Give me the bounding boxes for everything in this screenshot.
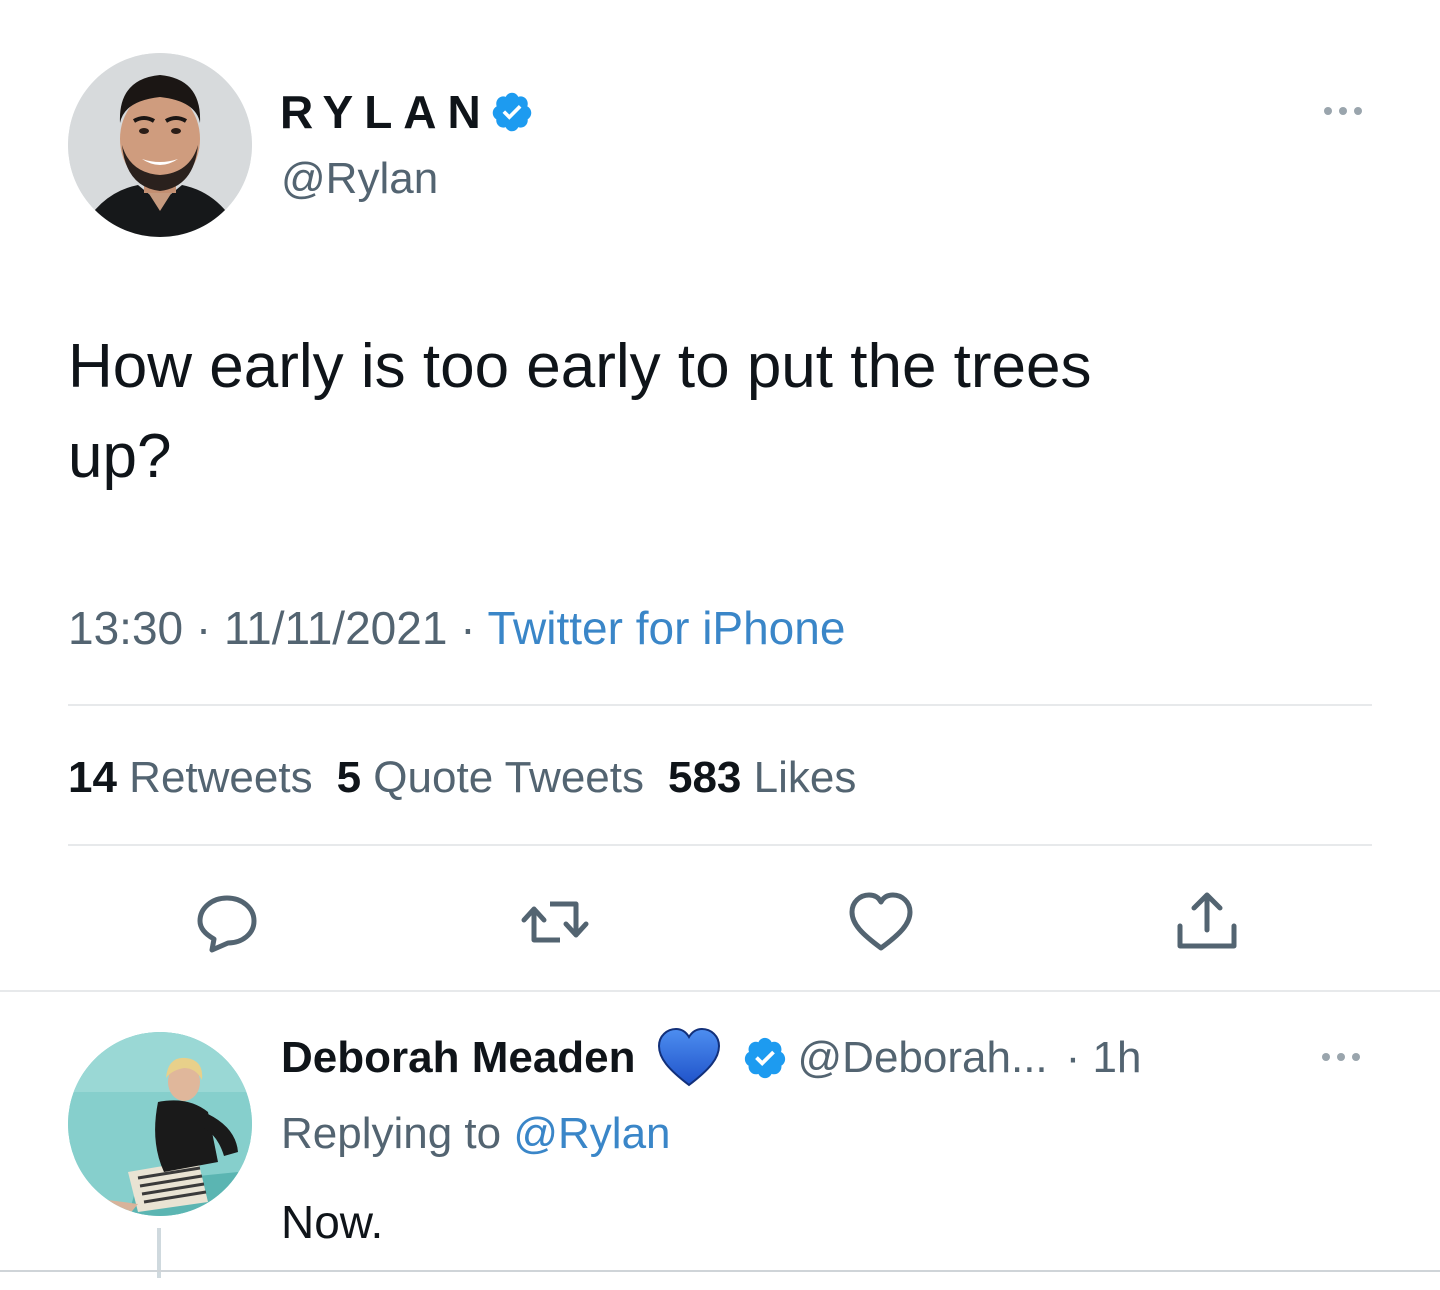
reply-author-avatar[interactable] [68, 1032, 252, 1216]
likes-label: Likes [741, 753, 857, 802]
verified-badge-icon [492, 92, 531, 132]
retweet-icon[interactable] [520, 890, 590, 954]
quote-tweets-count: 5 [336, 753, 362, 802]
share-icon[interactable] [1172, 890, 1242, 954]
replying-to-line: Replying to @Rylan [281, 1104, 671, 1164]
retweets-label: Retweets [116, 753, 313, 802]
author-display-name[interactable]: RYLAN [280, 82, 492, 142]
retweets-count: 14 [68, 753, 117, 802]
tweet-source-link[interactable]: Twitter for iPhone [487, 602, 845, 654]
meta-separator: · [447, 602, 488, 654]
tweet-detail-screen: RYLAN @Rylan How early is too early to p… [0, 0, 1440, 1290]
likes-stat[interactable]: 583 Likes [668, 753, 856, 802]
quote-tweets-label: Quote Tweets [361, 753, 644, 802]
author-handle[interactable]: @Rylan [281, 150, 438, 208]
reply-timestamp[interactable]: · 1h [1066, 1028, 1142, 1088]
divider [68, 704, 1372, 706]
author-name-row[interactable]: RYLAN [280, 82, 534, 142]
reply-author-handle[interactable]: @Deborah... [798, 1028, 1048, 1088]
meta-separator: · [183, 602, 225, 654]
tweet-metadata: 13:30 · 11/11/2021 · Twitter for iPhone [68, 598, 845, 658]
verified-badge-icon [744, 1037, 785, 1079]
quote-tweets-stat[interactable]: 5 Quote Tweets [337, 753, 644, 802]
reply-header: Deborah Meaden @Deborah... · 1h [281, 1026, 1141, 1090]
divider [0, 1270, 1440, 1272]
more-options-icon[interactable] [1318, 98, 1368, 124]
tweet-text: How early is too early to put the trees … [68, 322, 1368, 502]
divider [68, 844, 1372, 846]
retweets-stat[interactable]: 14 Retweets [68, 753, 313, 802]
tweet-time[interactable]: 13:30 [68, 602, 183, 654]
likes-count: 583 [667, 753, 742, 802]
like-icon[interactable] [846, 890, 916, 954]
author-avatar[interactable] [68, 53, 252, 237]
replying-to-mention[interactable]: @Rylan [513, 1109, 670, 1158]
divider [0, 990, 1440, 992]
reply-text: Now. [281, 1196, 384, 1248]
tweet-text-line: up? [68, 422, 172, 491]
replying-to-prefix: Replying to [281, 1109, 514, 1158]
reply-icon[interactable] [192, 890, 262, 954]
tweet-stats: 14 Retweets 5 Quote Tweets 583 Likes [68, 748, 880, 808]
more-options-icon[interactable] [1316, 1046, 1366, 1068]
tweet-text-line: How early is too early to put the trees [68, 332, 1092, 401]
blue-heart-emoji-icon [657, 1027, 720, 1087]
tweet-date[interactable]: 11/11/2021 [224, 602, 447, 654]
reply-author-display-name[interactable]: Deborah Meaden [281, 1028, 636, 1088]
